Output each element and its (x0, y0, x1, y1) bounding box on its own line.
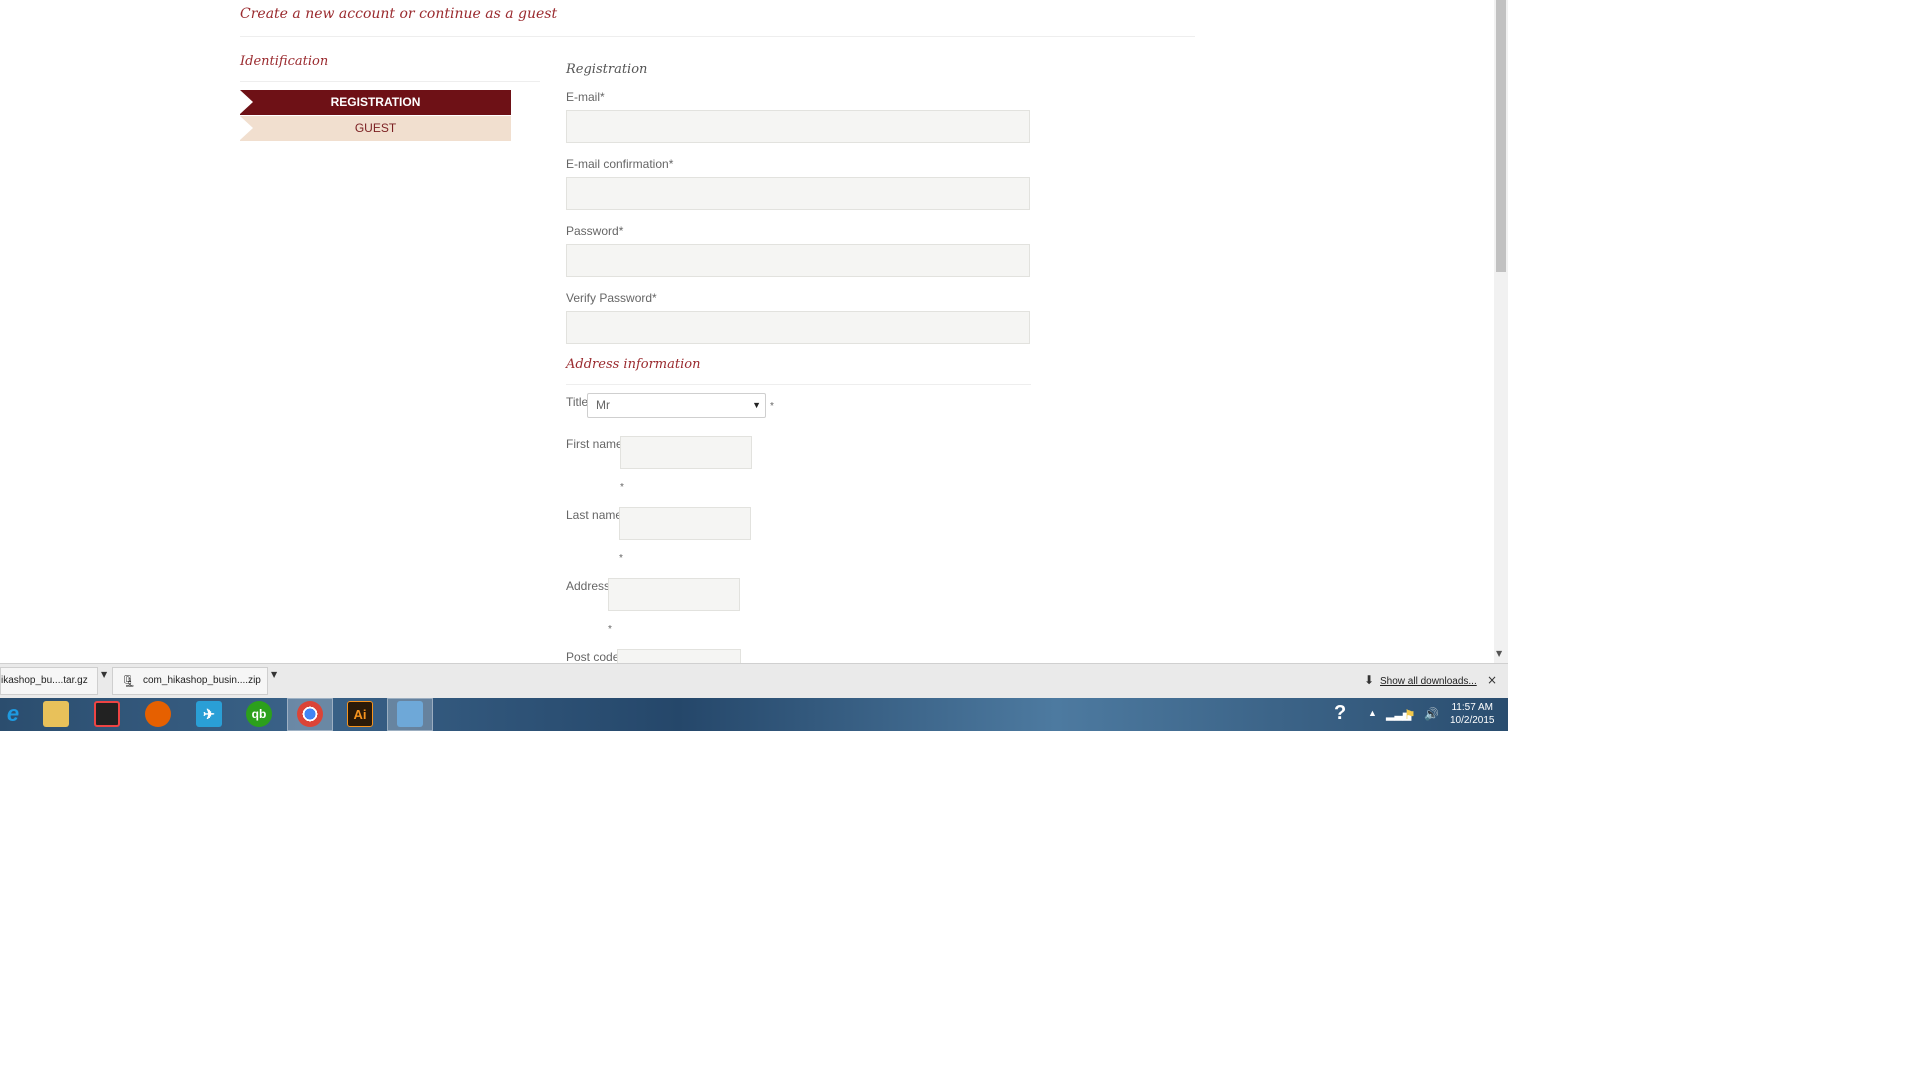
download-item[interactable]: ikashop_bu....tar.gz (0, 667, 98, 695)
identification-title: Identification (240, 54, 329, 69)
action-center-icon[interactable]: ⚑ (1404, 707, 1416, 723)
show-all-downloads-link[interactable]: Show all downloads... (1380, 676, 1477, 687)
email-confirmation-label: E-mail confirmation* (566, 157, 674, 171)
required-mark: * (770, 401, 774, 412)
download-item-name: ikashop_bu....tar.gz (1, 675, 88, 686)
control-panel-icon[interactable] (397, 701, 423, 727)
address-label: Address (566, 579, 611, 593)
internet-explorer-icon[interactable]: e (0, 701, 26, 727)
screen: Create a new account or continue as a gu… (0, 0, 1548, 1080)
download-item-name: com_hikashop_busin....zip (143, 675, 261, 686)
taskbar: e ✈ qb Ai ? ▲ ▂▃▅ ⚑ 🔊 11:57 AM 10/2/2015 (0, 698, 1508, 731)
required-mark: * (620, 482, 624, 493)
clock-time: 11:57 AM (1451, 702, 1493, 713)
help-icon[interactable]: ? (1334, 702, 1346, 725)
last-name-field[interactable] (619, 507, 751, 540)
password-label: Password* (566, 224, 624, 238)
tab-guest[interactable]: GUEST (240, 116, 511, 141)
system-clock[interactable]: 11:57 AM 10/2/2015 (1450, 701, 1495, 727)
divider (240, 81, 540, 82)
download-item[interactable]: 🗜 com_hikashop_busin....zip (112, 667, 268, 695)
email-confirmation-field[interactable] (566, 177, 1030, 210)
first-name-field[interactable] (620, 436, 752, 469)
rocket-app-icon[interactable]: ✈ (196, 701, 222, 727)
last-name-label: Last name (566, 508, 623, 522)
required-mark: * (608, 624, 612, 635)
title-select-value: Mr (596, 398, 610, 412)
first-name-label: First name (566, 437, 623, 451)
email-label: E-mail* (566, 90, 605, 104)
download-menu-caret-icon[interactable]: ▼ (271, 670, 277, 679)
divider (566, 384, 1031, 385)
downloads-bar: ikashop_bu....tar.gz ▼ 🗜 com_hikashop_bu… (0, 663, 1508, 699)
title-label: Title (566, 395, 589, 409)
caret-down-icon: ▼ (752, 400, 761, 410)
tab-guest-label: GUEST (354, 121, 397, 135)
post-code-field[interactable] (617, 649, 741, 663)
divider (240, 36, 1195, 37)
file-explorer-icon[interactable] (43, 701, 69, 727)
quickbooks-icon[interactable]: qb (246, 701, 272, 727)
zip-file-icon: 🗜 (121, 674, 137, 688)
color-app-icon[interactable] (94, 701, 120, 727)
required-mark: * (619, 553, 623, 564)
address-information-title: Address information (566, 357, 701, 372)
tab-registration[interactable]: REGISTRATION (240, 90, 511, 115)
verify-password-field[interactable] (566, 311, 1030, 344)
registration-title: Registration (566, 62, 648, 77)
close-downloads-icon[interactable]: × (1487, 673, 1497, 687)
scrollbar-thumb[interactable] (1496, 0, 1506, 272)
post-code-label: Post code (566, 650, 620, 663)
chrome-icon[interactable] (297, 701, 323, 727)
page-heading: Create a new account or continue as a gu… (240, 6, 558, 22)
password-field[interactable] (566, 244, 1030, 277)
clock-date: 10/2/2015 (1450, 715, 1495, 726)
show-hidden-icons-icon[interactable]: ▲ (1368, 708, 1377, 718)
verify-password-label: Verify Password* (566, 291, 657, 305)
browser-viewport: Create a new account or continue as a gu… (0, 0, 1509, 663)
volume-icon[interactable]: 🔊 (1424, 707, 1439, 721)
tab-registration-label: REGISTRATION (330, 95, 421, 109)
email-field[interactable] (566, 110, 1030, 143)
title-select[interactable]: Mr ▼ (587, 393, 766, 418)
download-arrow-icon: ⬇ (1364, 673, 1375, 687)
address-field[interactable] (608, 578, 740, 611)
illustrator-icon[interactable]: Ai (347, 701, 373, 727)
firefox-icon[interactable] (145, 701, 171, 727)
download-menu-caret-icon[interactable]: ▼ (101, 670, 107, 679)
scroll-down-icon[interactable]: ▼ (1496, 649, 1502, 658)
